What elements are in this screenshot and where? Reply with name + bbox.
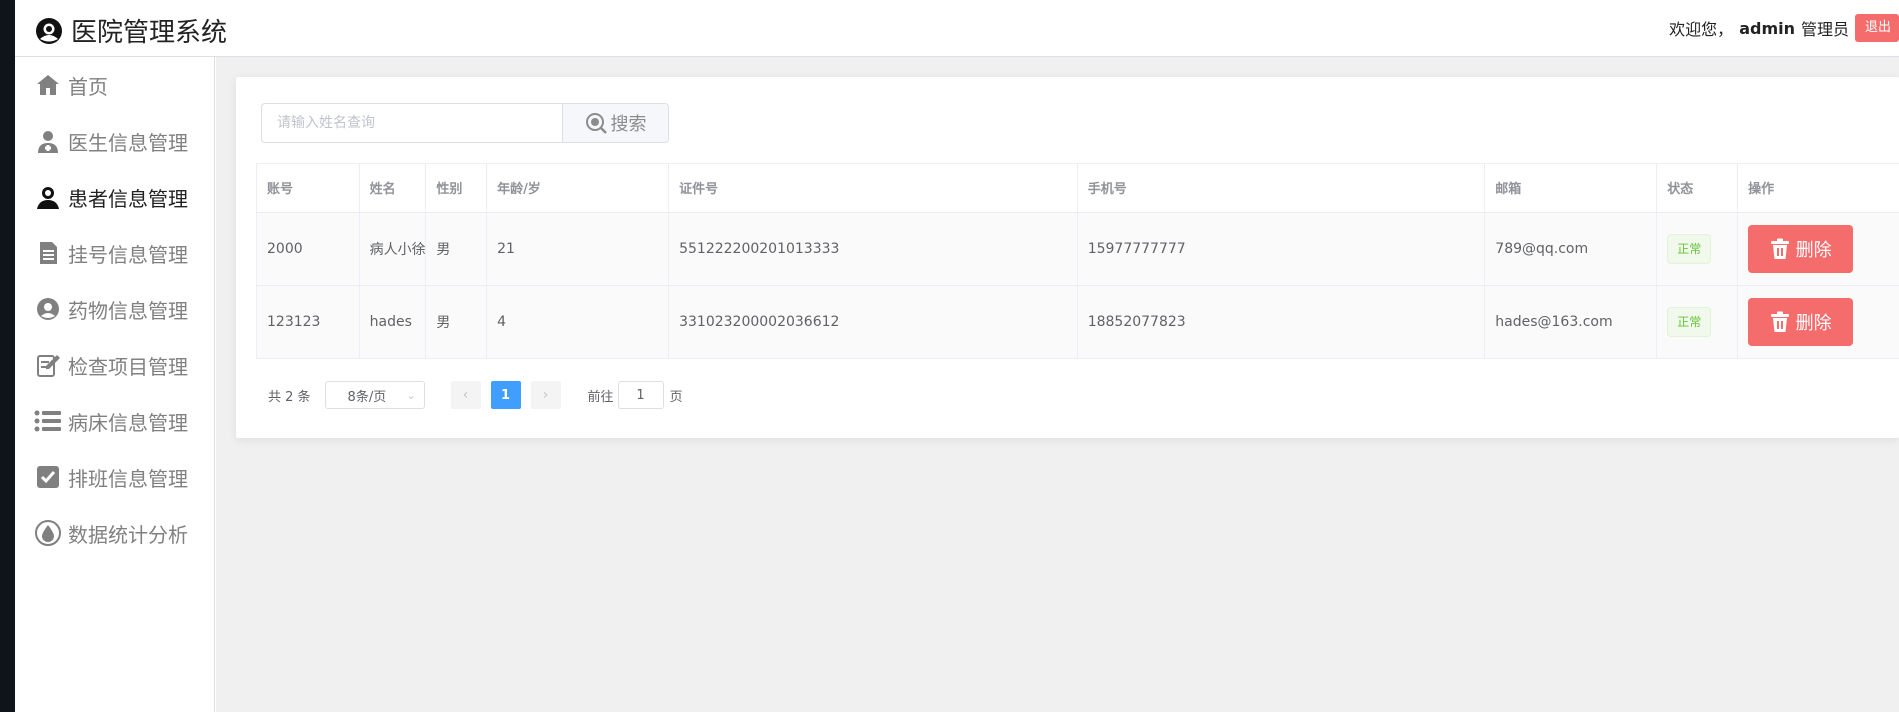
search-button[interactable]: 搜索 <box>562 103 669 143</box>
cell-gender: 男 <box>425 285 488 359</box>
sidebar-item-medicine[interactable]: 药物信息管理 <box>15 281 214 337</box>
sidebar-item-label: 挂号信息管理 <box>68 242 188 267</box>
search-button-label: 搜索 <box>610 114 647 135</box>
search-bar: 搜索 <box>261 103 669 143</box>
page-size-select[interactable]: 8条/页 ⌄ <box>324 381 425 409</box>
page-size-value: 8条/页 <box>347 389 387 405</box>
sidebar-item-bed[interactable]: 病床信息管理 <box>15 393 214 449</box>
cell-phone: 15977777777 <box>1077 212 1486 286</box>
column-header-account[interactable]: 账号 <box>257 164 360 213</box>
top-header: 医院管理系统 欢迎您， admin 管理员 退出 <box>15 0 1899 57</box>
username: admin <box>1739 18 1795 38</box>
cell-status: 正常 <box>1656 285 1739 359</box>
sidebar-item-label: 检查项目管理 <box>68 354 188 379</box>
pagination: 共 2 条 8条/页 ⌄ ‹ 1 › 前往 页 <box>268 381 683 409</box>
cell-id-card: 331023200002036612 <box>668 285 1078 359</box>
patient-card: 搜索 账号 姓名 性别 年龄/岁 证件号 手机号 <box>236 77 1899 438</box>
user-role: 管理员 <box>1800 20 1849 39</box>
goto-prefix: 前往 <box>587 389 614 405</box>
column-header-name[interactable]: 姓名 <box>359 164 427 213</box>
user-area: 欢迎您， admin 管理员 退出 <box>1669 14 1899 42</box>
sidebar-item-doctor[interactable]: 医生信息管理 <box>15 113 214 169</box>
cell-status: 正常 <box>1656 212 1739 286</box>
sidebar-item-label: 医生信息管理 <box>68 130 188 155</box>
welcome-text: 欢迎您， <box>1669 20 1734 39</box>
cell-account: 2000 <box>257 212 360 286</box>
cell-actions: 删除 <box>1737 212 1899 286</box>
sidebar-item-home[interactable]: 首页 <box>15 57 214 113</box>
cell-email: hades@163.com <box>1484 285 1658 359</box>
window-edge <box>0 0 15 712</box>
sidebar-item-statistics[interactable]: 数据统计分析 <box>15 505 214 561</box>
next-page-button[interactable]: › <box>530 381 561 409</box>
sidebar-item-examination[interactable]: 检查项目管理 <box>15 337 214 393</box>
sidebar-item-label: 患者信息管理 <box>68 186 188 211</box>
trash-icon <box>1770 311 1790 333</box>
goto-page-input[interactable] <box>617 381 664 409</box>
home-icon <box>34 71 62 99</box>
patient-table: 账号 姓名 性别 年龄/岁 证件号 手机号 邮箱 状态 操作 2000 病人小徐… <box>256 163 1899 359</box>
table-header-row: 账号 姓名 性别 年龄/岁 证件号 手机号 邮箱 状态 操作 <box>257 164 1899 213</box>
search-icon <box>585 112 607 134</box>
prev-page-button[interactable]: ‹ <box>450 381 481 409</box>
chevron-right-icon: › <box>542 387 549 403</box>
register-doc-icon <box>34 239 62 267</box>
column-header-gender[interactable]: 性别 <box>425 164 488 213</box>
medicine-icon <box>34 295 62 323</box>
sidebar-item-registration[interactable]: 挂号信息管理 <box>15 225 214 281</box>
page-number-button[interactable]: 1 <box>490 381 521 409</box>
search-input[interactable] <box>261 103 562 143</box>
sidebar-item-label: 数据统计分析 <box>68 522 188 547</box>
main-content: 搜索 账号 姓名 性别 年龄/岁 证件号 手机号 <box>216 57 1899 712</box>
goto-suffix: 页 <box>669 389 683 405</box>
cell-account: 123123 <box>257 285 360 359</box>
column-header-age[interactable]: 年龄/岁 <box>486 164 670 213</box>
cell-name: 病人小徐 <box>359 212 427 286</box>
sidebar-item-schedule[interactable]: 排班信息管理 <box>15 449 214 505</box>
column-header-email[interactable]: 邮箱 <box>1484 164 1658 213</box>
sidebar-item-label: 首页 <box>68 74 108 99</box>
status-badge: 正常 <box>1667 306 1712 337</box>
sidebar-item-label: 药物信息管理 <box>68 298 188 323</box>
delete-button-label: 删除 <box>1795 312 1832 334</box>
cell-actions: 删除 <box>1737 285 1899 359</box>
logo: 医院管理系统 <box>35 12 227 49</box>
sidebar: 首页 医生信息管理 患者信息管理 挂号信息管理 药物信息管理 检查项目管理 病床… <box>15 57 215 712</box>
table-row[interactable]: 123123 hades 男 4 331023200002036612 1885… <box>257 285 1899 359</box>
logout-button[interactable]: 退出 <box>1855 14 1899 42</box>
delete-button-label: 删除 <box>1795 239 1832 261</box>
page: 医院管理系统 欢迎您， admin 管理员 退出 首页 医生信息管理 患者信息管… <box>0 0 1899 712</box>
cell-email: 789@qq.com <box>1484 212 1658 286</box>
cell-phone: 18852077823 <box>1077 285 1486 359</box>
edit-check-icon <box>34 351 62 379</box>
cell-id-card: 551222200201013333 <box>668 212 1078 286</box>
table-row[interactable]: 2000 病人小徐 男 21 551222200201013333 159777… <box>257 212 1899 286</box>
cell-gender: 男 <box>425 212 488 286</box>
sidebar-item-label: 排班信息管理 <box>68 466 188 491</box>
doctor-icon <box>34 127 62 155</box>
chevron-down-icon: ⌄ <box>406 388 416 402</box>
cell-age: 4 <box>486 285 670 359</box>
delete-button[interactable]: 删除 <box>1748 224 1854 273</box>
column-header-actions[interactable]: 操作 <box>1737 164 1899 213</box>
trash-icon <box>1770 238 1790 260</box>
column-header-status[interactable]: 状态 <box>1656 164 1739 213</box>
column-header-phone[interactable]: 手机号 <box>1077 164 1486 213</box>
goto-page: 前往 页 <box>588 381 683 409</box>
app-title: 医院管理系统 <box>71 18 228 48</box>
patient-logo-icon <box>35 17 63 45</box>
chevron-left-icon: ‹ <box>462 387 469 403</box>
checkbox-icon <box>34 463 62 491</box>
status-badge: 正常 <box>1667 233 1712 264</box>
sidebar-item-patient[interactable]: 患者信息管理 <box>15 169 214 225</box>
cell-name: hades <box>359 285 427 359</box>
delete-button[interactable]: 删除 <box>1748 297 1854 346</box>
drop-icon <box>34 519 62 547</box>
column-header-id-card[interactable]: 证件号 <box>668 164 1078 213</box>
list-icon <box>34 407 62 435</box>
cell-age: 21 <box>486 212 670 286</box>
sidebar-item-label: 病床信息管理 <box>68 410 188 435</box>
pagination-total: 共 2 条 <box>268 389 311 405</box>
patient-icon <box>34 183 62 211</box>
